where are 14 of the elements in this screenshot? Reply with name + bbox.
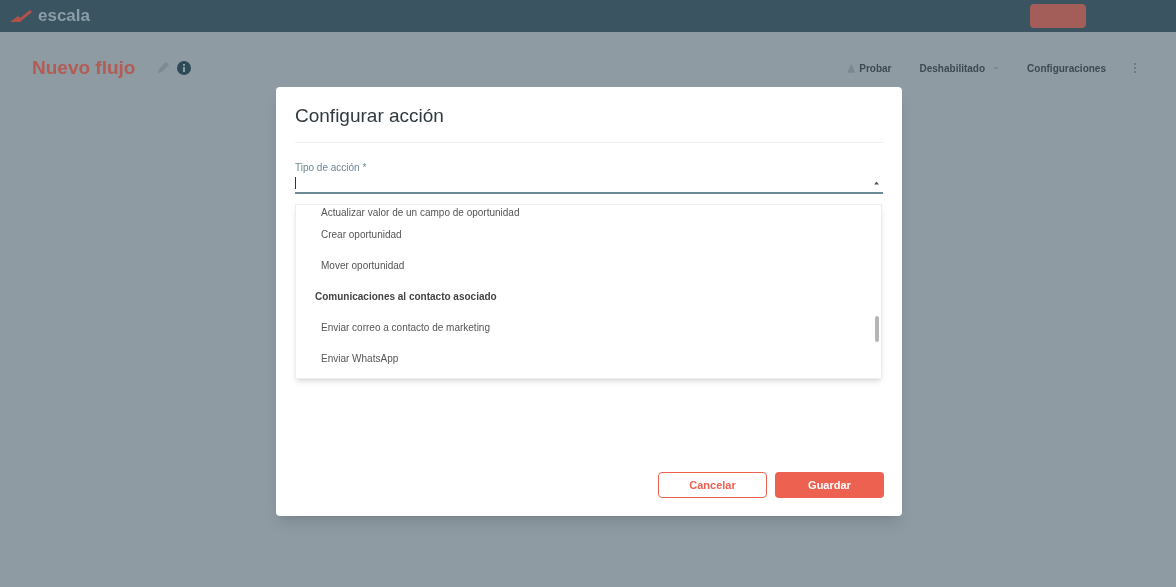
dropdown-option[interactable]: Crear oportunidad [296, 218, 881, 250]
option-group-header: Comunicaciones al contacto asociado [314, 289, 498, 304]
page-title: Nuevo flujo [32, 56, 136, 80]
logo-icon [8, 8, 34, 24]
header-button[interactable] [1030, 4, 1086, 28]
scrollbar-thumb[interactable] [875, 315, 879, 342]
dropdown-option[interactable]: Mover oportunidad [296, 249, 881, 281]
info-icon[interactable] [177, 61, 192, 76]
dropdown-option[interactable]: Enviar correo a contacto de marketing [296, 311, 881, 343]
field-label: Tipo de acción * [295, 160, 368, 175]
dropdown-option[interactable]: Actualizar valor de un campo de oportunidad [296, 204, 881, 219]
logo: escala [38, 5, 90, 28]
dialog-title: Configurar acción [295, 87, 883, 143]
dropdown-option[interactable]: Enviar WhatsApp [296, 342, 881, 374]
